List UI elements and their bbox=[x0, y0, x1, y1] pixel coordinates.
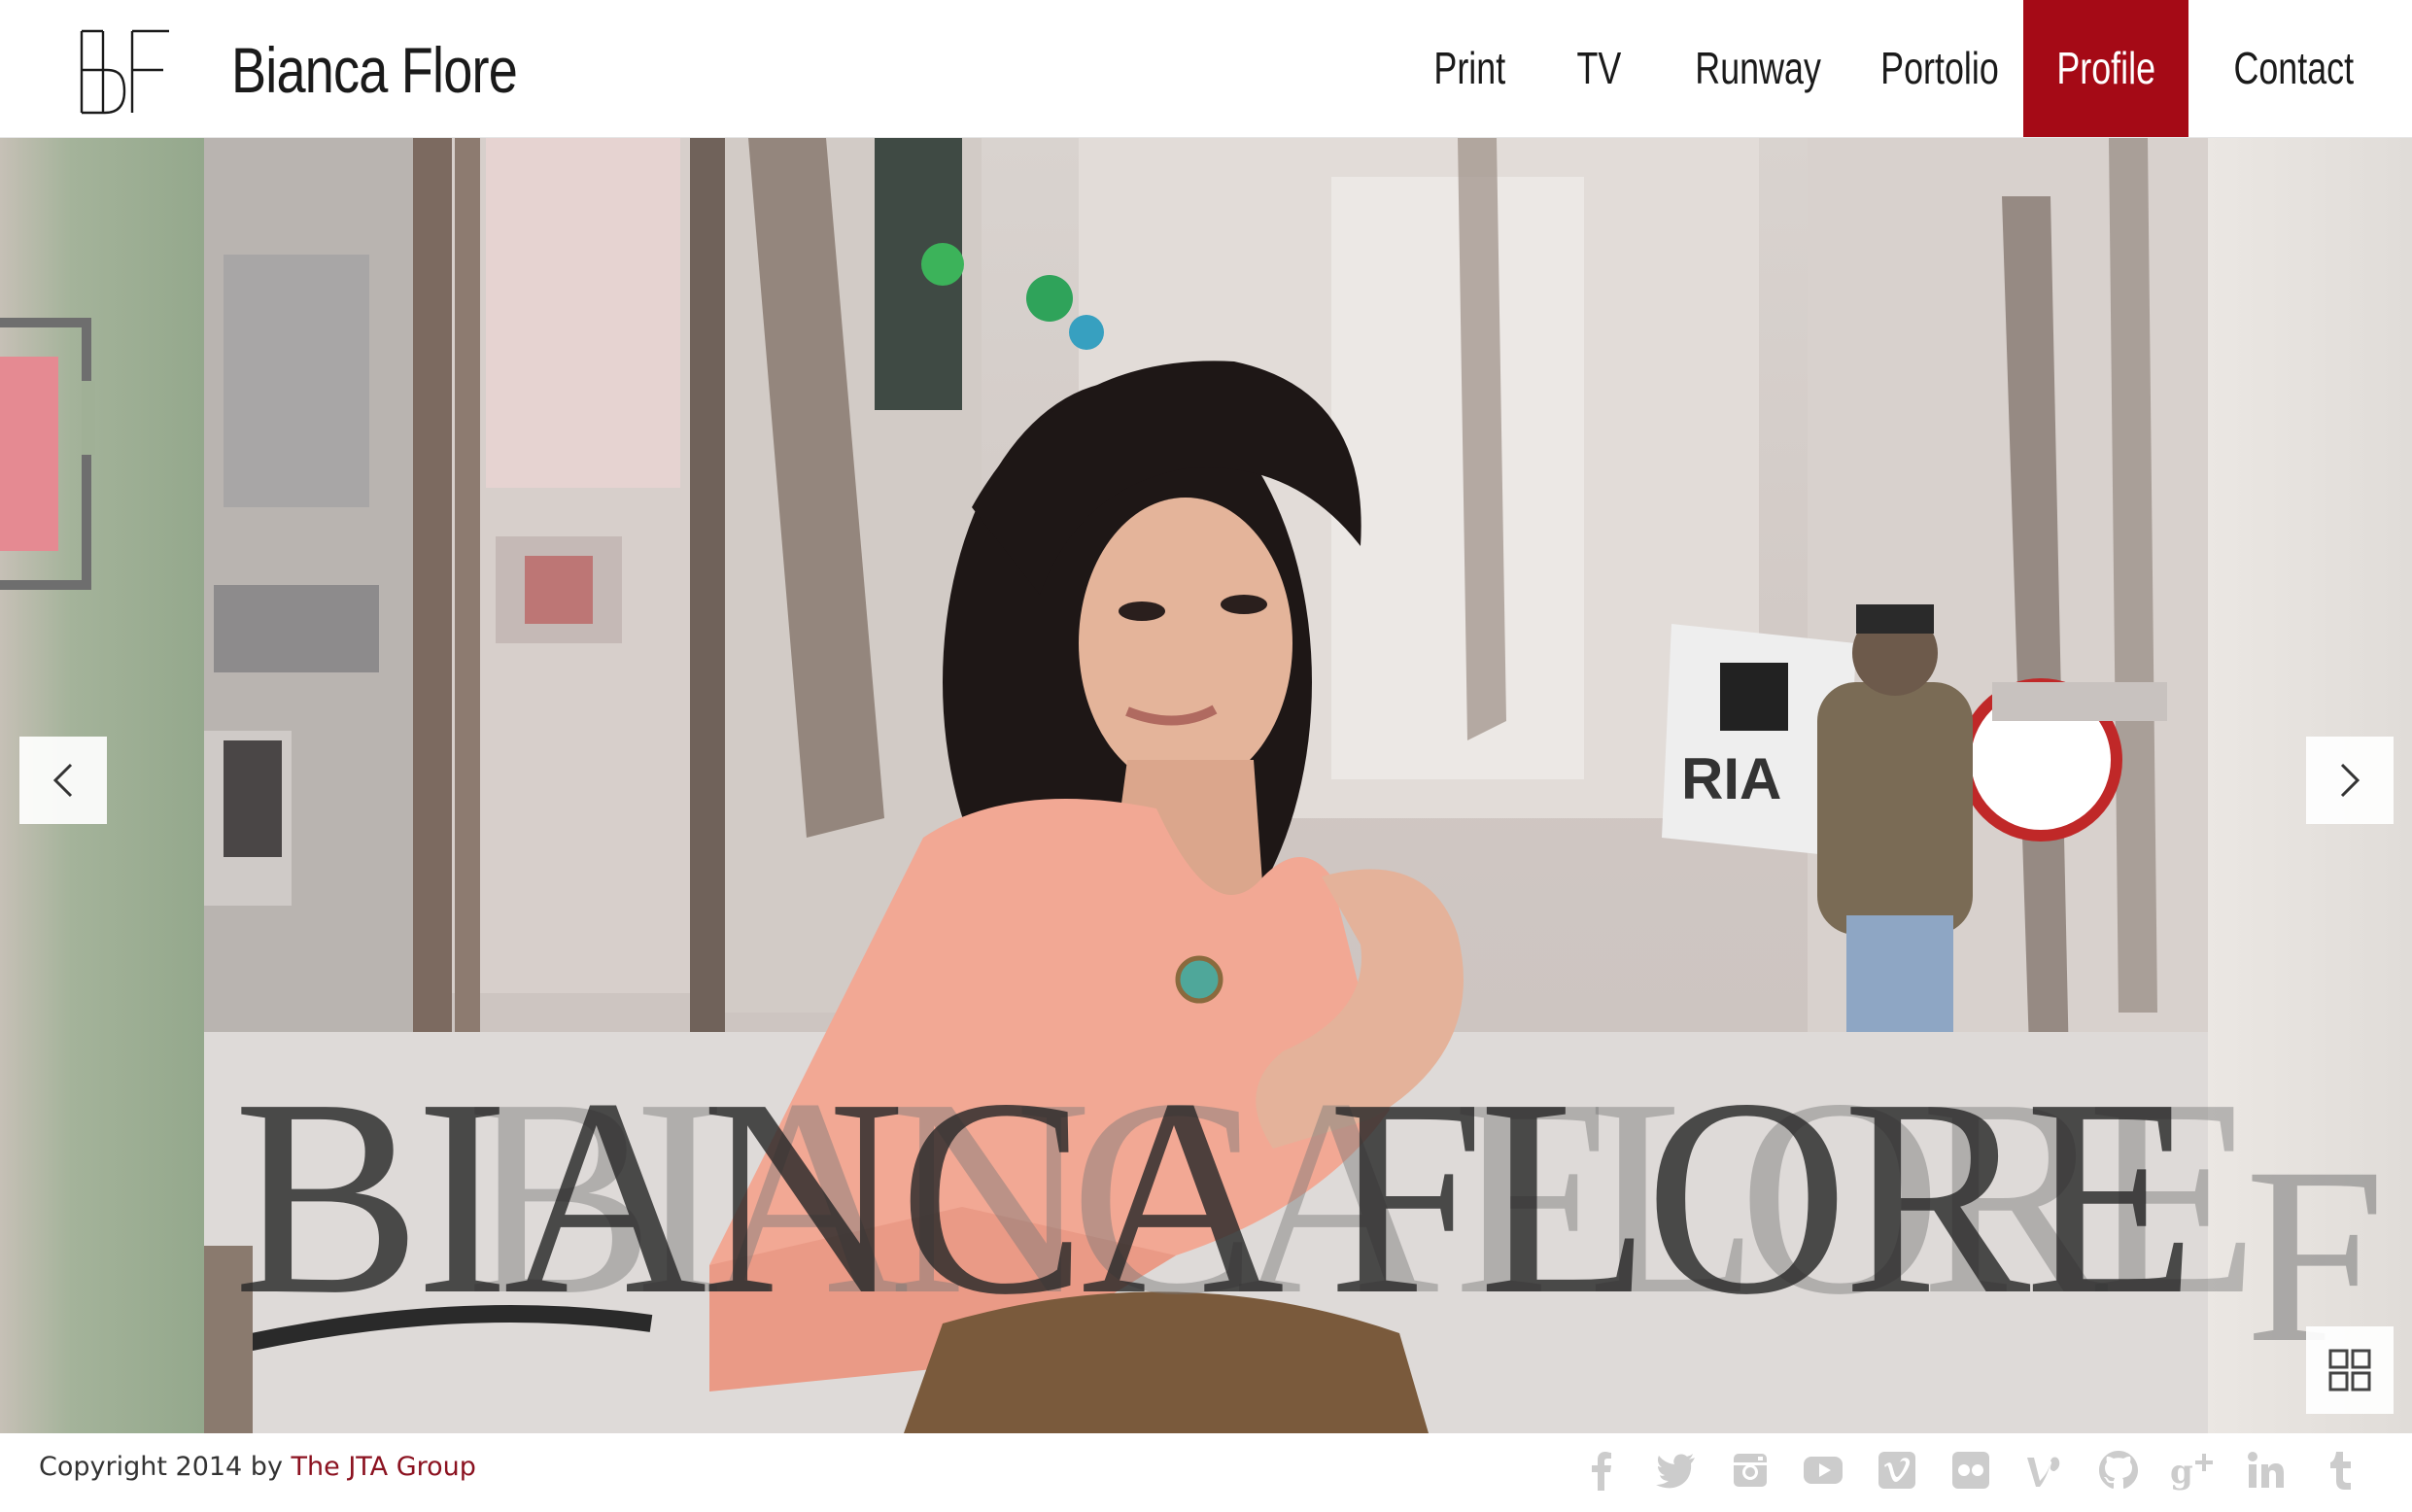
hero-slider: RIA F BIANCA FLORE BIANCA FLORE bbox=[0, 138, 2412, 1433]
nav-item-tv[interactable]: TV bbox=[1567, 0, 1631, 137]
svg-text:RIA: RIA bbox=[1681, 746, 1781, 811]
tumblr-icon[interactable] bbox=[2318, 1448, 2362, 1493]
grid-view-icon bbox=[2328, 1349, 2371, 1392]
vimeo-icon[interactable] bbox=[1875, 1448, 1919, 1493]
facebook-icon[interactable] bbox=[1579, 1448, 1624, 1493]
youtube-icon[interactable] bbox=[1801, 1448, 1845, 1493]
nav-item-profile[interactable]: Profile bbox=[2023, 0, 2188, 137]
vine-icon[interactable] bbox=[2022, 1448, 2067, 1493]
nav-item-runway[interactable]: Runway bbox=[1677, 0, 1821, 137]
grid-view-button[interactable] bbox=[2306, 1326, 2394, 1414]
nav-item-contact[interactable]: Contact bbox=[2216, 0, 2371, 137]
chevron-right-icon bbox=[2340, 763, 2360, 798]
jta-group-link[interactable]: The JTA Group bbox=[292, 1452, 476, 1482]
hero-name-title: BIANCA FLORE BIANCA FLORE bbox=[233, 1051, 2259, 1343]
chevron-left-icon bbox=[52, 763, 73, 798]
copyright-text: Copyright 2014 by The JTA Group bbox=[39, 1452, 476, 1482]
nav-item-portolio[interactable]: Portolio bbox=[1864, 0, 1999, 137]
flickr-icon[interactable] bbox=[1948, 1448, 1993, 1493]
twitter-icon[interactable] bbox=[1654, 1448, 1699, 1493]
site-header: Bianca Flore Print TV Runway Portolio Pr… bbox=[0, 0, 2412, 138]
next-slide-button[interactable] bbox=[2306, 737, 2394, 824]
instagram-icon[interactable] bbox=[1728, 1448, 1773, 1493]
svg-text:g: g bbox=[2170, 1453, 2193, 1492]
site-footer: Copyright 2014 by The JTA Group g bbox=[0, 1434, 2412, 1512]
google-plus-icon[interactable]: g bbox=[2170, 1448, 2215, 1493]
previous-slide-button[interactable] bbox=[19, 737, 107, 824]
linkedin-icon[interactable] bbox=[2244, 1448, 2289, 1493]
bf-logo-icon[interactable] bbox=[78, 27, 171, 117]
hero-name-main: BIANCA FLORE bbox=[233, 1041, 2197, 1353]
decorative-block bbox=[0, 357, 58, 551]
site-title[interactable]: Bianca Flore bbox=[231, 29, 518, 111]
nav-item-print[interactable]: Print bbox=[1419, 0, 1520, 137]
github-icon[interactable] bbox=[2096, 1448, 2141, 1493]
